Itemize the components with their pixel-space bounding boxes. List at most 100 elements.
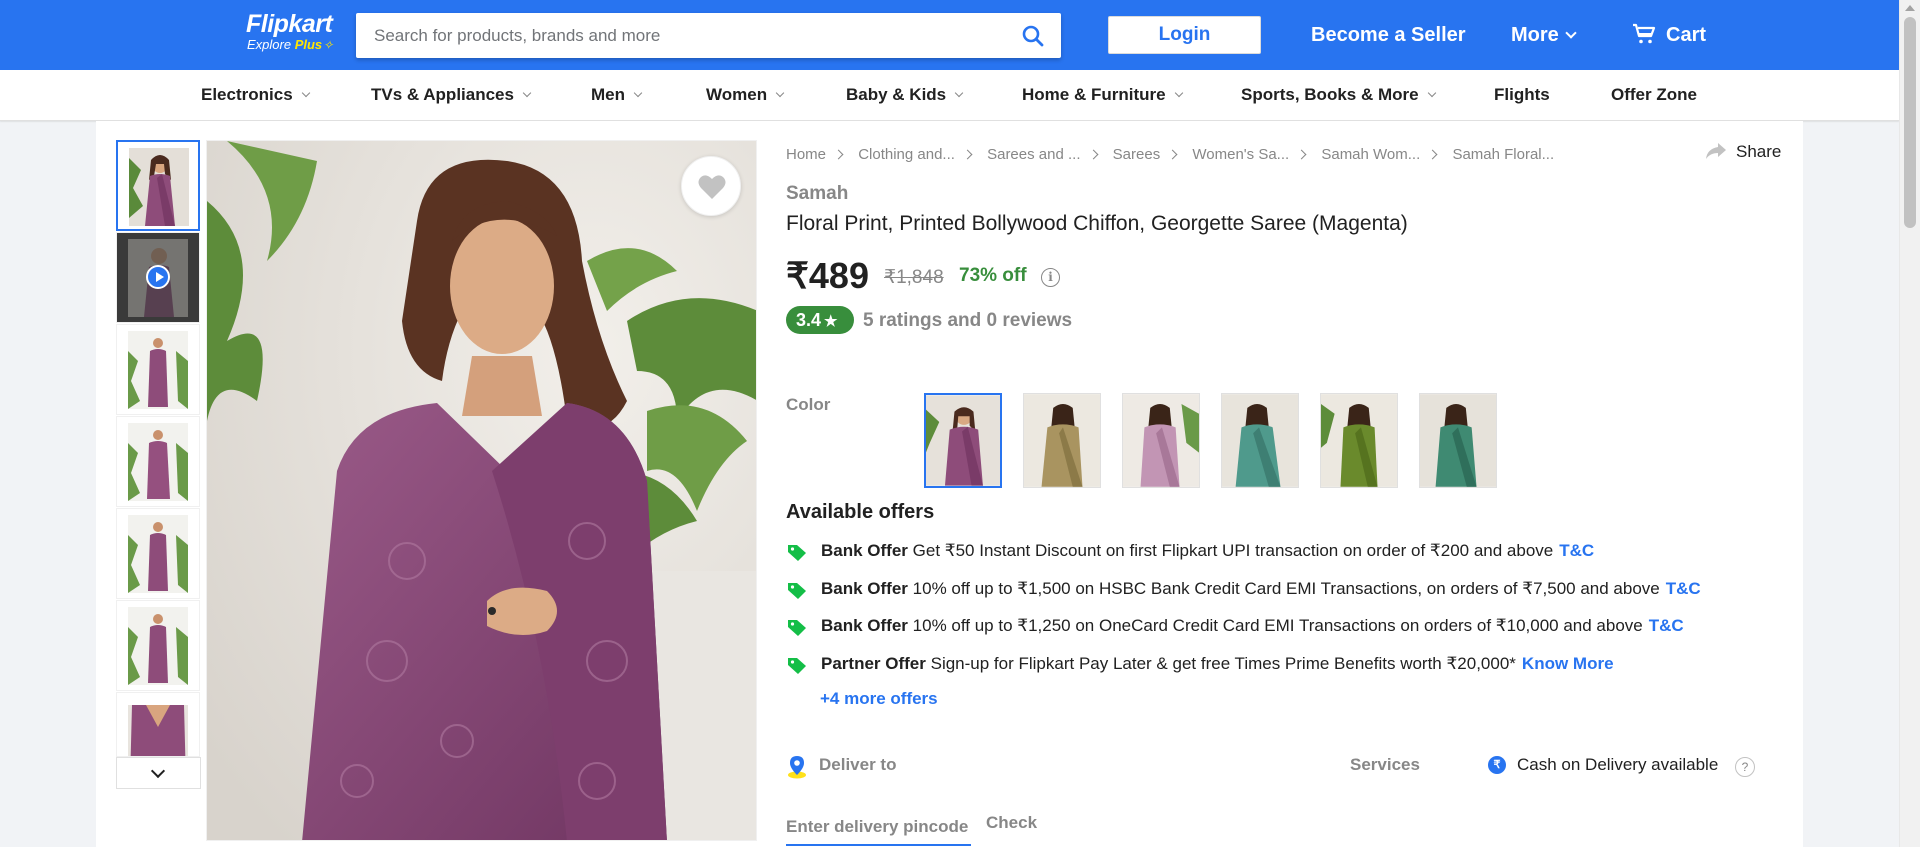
chevron-down-icon xyxy=(954,88,964,98)
offer-tag-icon xyxy=(788,583,806,599)
offer-text: 10% off up to ₹1,250 on OneCard Credit C… xyxy=(912,616,1643,635)
saree-thumbnail-image xyxy=(128,607,188,685)
category-men[interactable]: Men xyxy=(591,85,643,105)
category-label: Flights xyxy=(1494,85,1550,104)
thumbnail-image[interactable] xyxy=(116,692,200,757)
color-swatch-image xyxy=(1420,394,1496,487)
info-icon[interactable]: i xyxy=(1041,268,1060,287)
color-swatch-lavender[interactable] xyxy=(1122,393,1200,488)
thumbnail-image[interactable] xyxy=(116,508,200,599)
category-bar: Electronics TVs & Appliances Men Women B… xyxy=(0,70,1899,121)
share-button[interactable]: Share xyxy=(1706,142,1781,162)
color-swatch-image xyxy=(1024,394,1100,487)
chevron-down-icon xyxy=(1427,88,1436,98)
color-swatch-teal[interactable] xyxy=(1221,393,1299,488)
offer-terms-link[interactable]: T&C xyxy=(1649,616,1684,635)
offer-terms-link[interactable]: T&C xyxy=(1666,579,1701,598)
offer-type: Bank Offer xyxy=(821,541,908,560)
search-input[interactable] xyxy=(374,13,1014,58)
thumbnail-image[interactable] xyxy=(116,600,200,691)
search-icon[interactable] xyxy=(1021,24,1045,48)
logo-tagline-plus: Plus xyxy=(294,37,323,52)
share-label: Share xyxy=(1736,142,1782,161)
search-bar xyxy=(356,13,1061,58)
saree-thumbnail-image xyxy=(128,423,188,501)
category-electronics[interactable]: Electronics xyxy=(201,85,310,105)
more-menu[interactable]: More xyxy=(1511,22,1577,48)
login-button[interactable]: Login xyxy=(1108,16,1261,54)
more-label: More xyxy=(1511,24,1559,46)
more-offers-link[interactable]: +4 more offers xyxy=(820,689,938,709)
product-main-image[interactable] xyxy=(206,140,757,841)
category-label: Women xyxy=(706,85,768,104)
product-mrp: ₹1,848 xyxy=(884,267,944,288)
offer-text: 10% off up to ₹1,500 on HSBC Bank Credit… xyxy=(912,579,1660,598)
top-header: Flipkart Explore Plus✧ Login Become a Se… xyxy=(0,0,1899,70)
category-label: Electronics xyxy=(201,85,293,104)
page-scrollbar-thumb[interactable] xyxy=(1904,17,1916,228)
category-home-furniture[interactable]: Home & Furniture xyxy=(1022,85,1183,105)
chevron-right-icon xyxy=(1427,149,1438,160)
saree-thumbnail-image xyxy=(129,148,189,226)
color-swatch-olive[interactable] xyxy=(1023,393,1101,488)
thumbnail-scroll-down-button[interactable] xyxy=(116,757,201,789)
breadcrumb-item[interactable]: Women's Sa... xyxy=(1192,146,1289,163)
breadcrumb-item[interactable]: Samah Floral... xyxy=(1452,146,1554,163)
color-swatch-magenta[interactable] xyxy=(924,393,1002,488)
flipkart-logo[interactable]: Flipkart Explore Plus✧ xyxy=(246,10,333,52)
thumbnail-image[interactable] xyxy=(116,416,200,507)
offer-tag-icon xyxy=(788,658,806,674)
category-women[interactable]: Women xyxy=(706,85,785,105)
breadcrumb-item[interactable]: Samah Wom... xyxy=(1321,146,1420,163)
breadcrumb-item[interactable]: Sarees xyxy=(1113,146,1161,163)
category-label: Sports, Books & More xyxy=(1241,85,1419,104)
breadcrumb-item[interactable]: Sarees and ... xyxy=(987,146,1080,163)
saree-thumbnail-image xyxy=(128,331,188,409)
pincode-input[interactable] xyxy=(786,810,971,846)
thumbnail-video[interactable] xyxy=(116,232,200,323)
heart-icon xyxy=(698,175,726,199)
product-brand[interactable]: Samah xyxy=(786,183,848,205)
share-icon xyxy=(1706,142,1726,159)
offer-text: Sign-up for Flipkart Pay Later & get fre… xyxy=(930,654,1516,673)
category-flights[interactable]: Flights xyxy=(1494,85,1550,105)
category-tvs-appliances[interactable]: TVs & Appliances xyxy=(371,85,532,105)
cart-link[interactable]: Cart xyxy=(1666,22,1706,48)
plus-star-icon: ✧ xyxy=(323,38,334,52)
offers-heading: Available offers xyxy=(786,501,935,523)
saree-model-photo xyxy=(207,141,756,840)
chevron-down-icon xyxy=(1565,27,1577,39)
chevron-right-icon xyxy=(962,149,973,160)
offer-terms-link[interactable]: T&C xyxy=(1559,541,1594,560)
scroll-up-arrow-icon[interactable] xyxy=(1905,5,1915,11)
offer-know-more-link[interactable]: Know More xyxy=(1522,654,1614,673)
category-sports-books[interactable]: Sports, Books & More xyxy=(1241,85,1436,105)
cart-icon[interactable] xyxy=(1632,22,1656,46)
breadcrumb-item[interactable]: Clothing and... xyxy=(858,146,955,163)
wishlist-button[interactable] xyxy=(681,156,741,216)
thumbnail-image[interactable] xyxy=(116,324,200,415)
rating-summary[interactable]: 5 ratings and 0 reviews xyxy=(863,310,1072,332)
breadcrumb: Home Clothing and... Sarees and ... Sare… xyxy=(786,146,1554,163)
services-label: Services xyxy=(1350,755,1420,774)
location-pin-icon xyxy=(788,756,806,779)
play-icon xyxy=(146,265,170,289)
cod-availability: Cash on Delivery available xyxy=(1517,755,1719,774)
breadcrumb-item[interactable]: Home xyxy=(786,146,826,163)
color-swatch-green[interactable] xyxy=(1320,393,1398,488)
logo-tagline: Explore Plus✧ xyxy=(247,37,334,53)
chevron-down-icon xyxy=(1174,88,1183,98)
thumbnail-image[interactable] xyxy=(116,140,200,231)
saree-thumbnail-image xyxy=(128,515,188,593)
category-baby-kids[interactable]: Baby & Kids xyxy=(846,85,964,105)
color-swatch-dark-green[interactable] xyxy=(1419,393,1497,488)
color-swatch-image xyxy=(1321,394,1397,487)
become-seller-link[interactable]: Become a Seller xyxy=(1311,22,1466,48)
color-swatch-image xyxy=(926,395,1000,486)
category-label: Baby & Kids xyxy=(846,85,947,104)
help-icon[interactable]: ? xyxy=(1735,757,1755,777)
offer-type: Bank Offer xyxy=(821,579,908,598)
check-pincode-button[interactable]: Check xyxy=(986,813,1037,833)
category-label: Offer Zone xyxy=(1611,85,1697,104)
category-offer-zone[interactable]: Offer Zone xyxy=(1611,85,1697,105)
